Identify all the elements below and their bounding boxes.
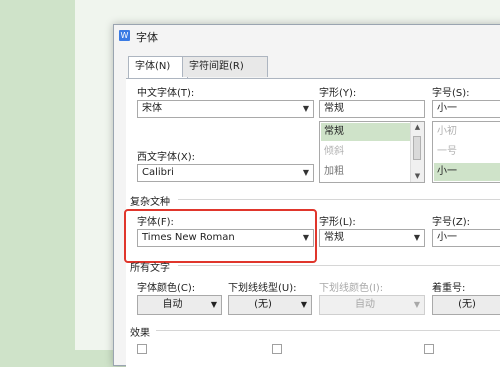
style-scrollbar[interactable]: ▲ ▼ [410,122,424,182]
chevron-down-icon: ▼ [302,104,309,113]
emphasis-value: (无) [458,299,476,310]
group-divider [178,265,500,266]
underline-color-button[interactable]: 自动 ▼ [319,295,425,315]
list-item[interactable]: 常规 [321,123,410,141]
wps-app-icon: W [119,30,130,41]
tab-font[interactable]: 字体(N) [128,56,188,78]
complex-size-value: 小一 [437,232,457,243]
western-font-label: 西文字体(X): [137,152,196,163]
scroll-down-icon[interactable]: ▼ [411,171,424,182]
size-label: 字号(S): [432,88,470,99]
list-item[interactable]: 加粗 [321,163,410,181]
western-font-select[interactable]: Calibri ▼ [137,164,314,182]
emphasis-label: 着重号: [432,283,466,294]
scroll-up-icon[interactable]: ▲ [411,122,424,133]
effect-checkbox[interactable] [272,344,282,354]
font-color-button[interactable]: 自动 ▼ [137,295,222,315]
underline-style-button[interactable]: (无) ▼ [228,295,312,315]
complex-style-label: 字形(L): [319,217,356,228]
effect-checkbox[interactable] [137,344,147,354]
underline-style-value: (无) [254,299,272,310]
size-listbox[interactable]: 小初 一号 小一 [432,121,500,183]
list-item[interactable]: 一号 [434,143,500,161]
complex-style-value: 常规 [324,232,344,243]
style-label: 字形(Y): [319,88,357,99]
effects-group-label: 效果 [130,328,150,339]
scroll-thumb[interactable] [413,136,421,160]
chinese-font-value: 宋体 [142,103,162,114]
effect-checkbox[interactable] [424,344,434,354]
group-divider [178,199,500,200]
all-text-group-label: 所有文字 [130,263,170,274]
font-color-label: 字体颜色(C): [137,283,196,294]
font-color-value: 自动 [162,299,183,310]
size-value: 小一 [437,103,457,114]
style-listbox[interactable]: 常规 倾斜 加粗 ▲ ▼ [319,121,425,183]
western-font-value: Calibri [142,167,174,178]
list-item[interactable]: 小初 [434,123,500,141]
chevron-down-icon: ▼ [413,233,420,242]
chinese-font-label: 中文字体(T): [137,88,195,99]
chevron-down-icon: ▼ [413,300,420,309]
complex-size-label: 字号(Z): [432,217,471,228]
underline-style-label: 下划线线型(U): [228,283,297,294]
complex-style-select[interactable]: 常规 ▼ [319,229,425,247]
size-input[interactable]: 小一 [432,100,500,118]
underline-color-value: 自动 [355,299,375,310]
underline-color-label: 下划线颜色(I): [319,283,384,294]
chevron-down-icon: ▼ [210,300,217,309]
style-value: 常规 [324,103,344,114]
complex-group-label: 复杂文种 [130,197,170,208]
group-divider [156,330,500,331]
emphasis-button[interactable]: (无) [432,295,500,315]
chevron-down-icon: ▼ [302,168,309,177]
chevron-down-icon: ▼ [300,300,307,309]
tab-char-spacing[interactable]: 字符间距(R) [182,56,268,77]
list-item[interactable]: 小一 [434,163,500,181]
dialog-titlebar: W 字体 [114,25,500,48]
complex-size-select[interactable]: 小一 [432,229,500,247]
highlight-box [124,209,317,263]
dialog-title: 字体 [136,31,158,44]
list-item[interactable]: 倾斜 [321,143,410,161]
style-input[interactable]: 常规 [319,100,425,118]
chinese-font-select[interactable]: 宋体 ▼ [137,100,314,118]
